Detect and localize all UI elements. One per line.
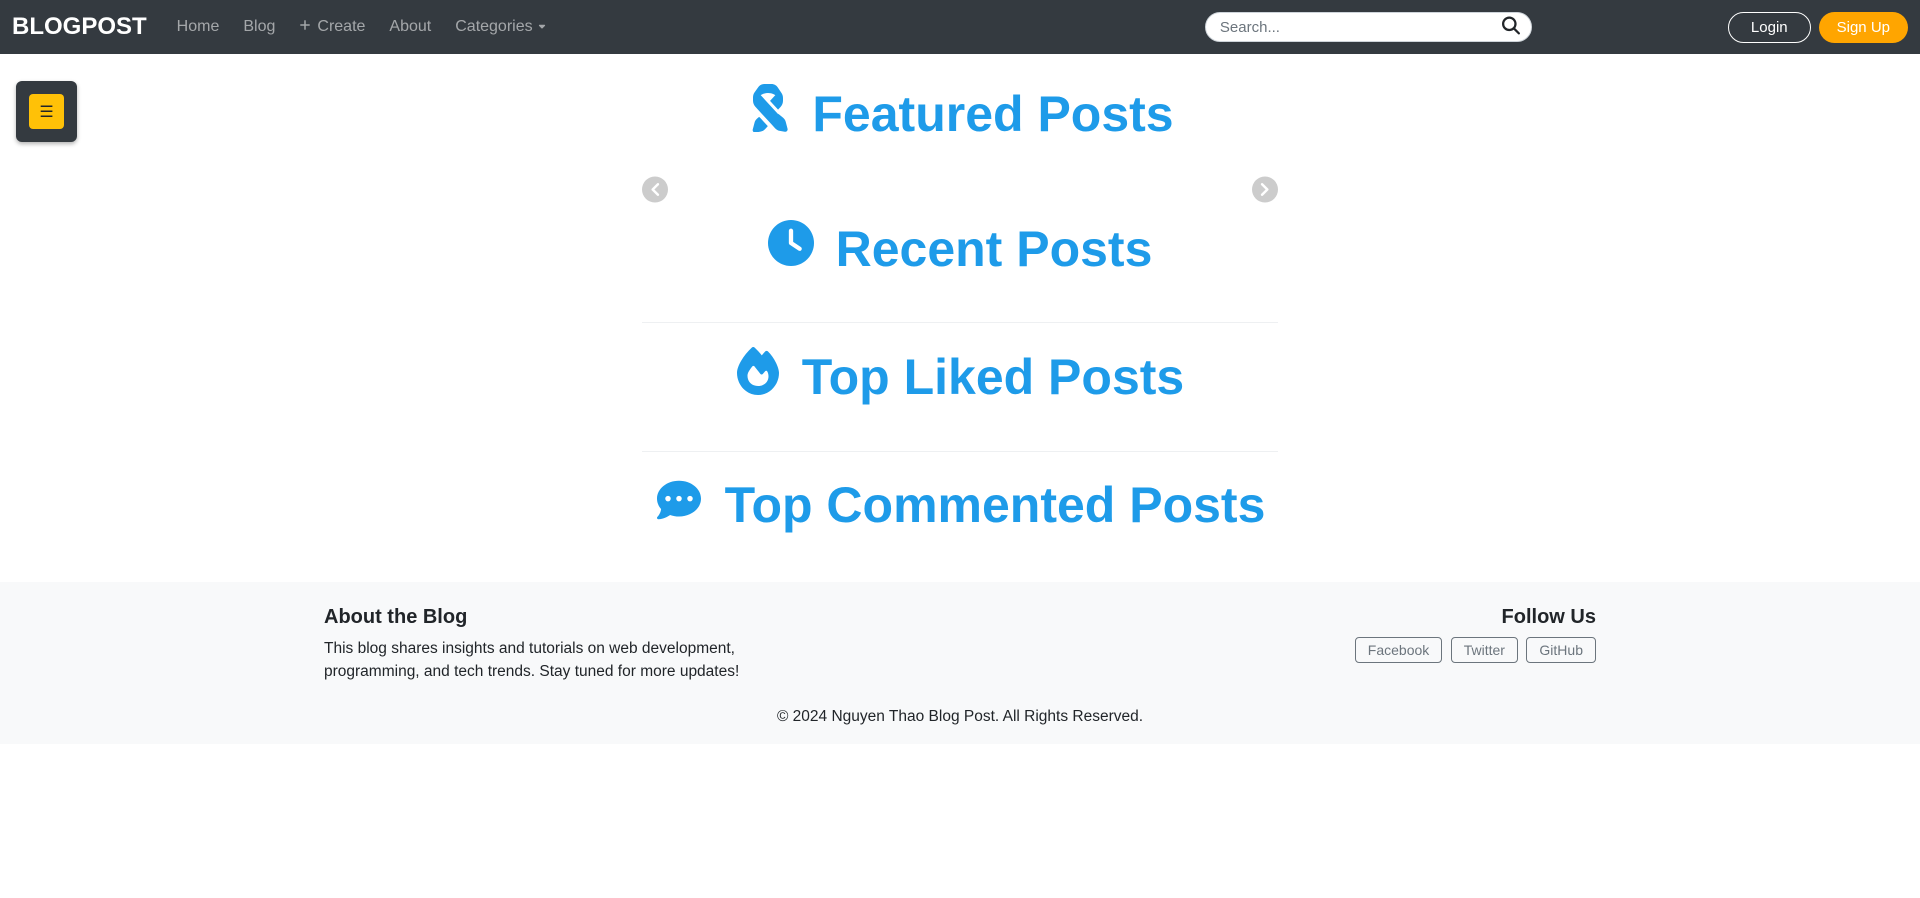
footer-about: About the Blog This blog shares insights… <box>324 606 764 684</box>
github-link[interactable]: GitHub <box>1526 637 1596 663</box>
login-button[interactable]: Login <box>1728 12 1811 43</box>
nav-home[interactable]: Home <box>165 10 232 44</box>
chevron-down-icon <box>537 18 547 36</box>
footer-copyright: © 2024 Nguyen Thao Blog Post. All Rights… <box>324 708 1596 726</box>
top-commented-heading: Top Commented Posts <box>655 476 1266 534</box>
nav-create[interactable]: Create <box>287 10 377 44</box>
search-form <box>1205 12 1532 42</box>
top-commented-title: Top Commented Posts <box>725 476 1266 534</box>
footer-follow-heading: Follow Us <box>1351 606 1596 629</box>
nav-links: Home Blog Create About Categories <box>165 10 559 44</box>
navbar: BLOGPOST Home Blog Create About Categori… <box>0 0 1920 54</box>
search-button[interactable] <box>1494 13 1528 42</box>
ribbon-icon <box>746 84 790 144</box>
featured-carousel <box>642 172 1278 212</box>
featured-posts-title: Featured Posts <box>812 85 1173 143</box>
nav-about[interactable]: About <box>377 10 443 44</box>
comment-dots-icon <box>655 476 703 534</box>
signup-button[interactable]: Sign Up <box>1819 12 1908 43</box>
footer-about-heading: About the Blog <box>324 606 764 629</box>
footer-follow: Follow Us Facebook Twitter GitHub <box>1351 606 1596 684</box>
divider <box>642 322 1278 323</box>
sidebar-toggle-button[interactable]: ☰ <box>29 94 64 129</box>
bars-icon: ☰ <box>39 102 53 122</box>
twitter-link[interactable]: Twitter <box>1451 637 1518 663</box>
footer-row: About the Blog This blog shares insights… <box>324 606 1596 684</box>
social-links: Facebook Twitter GitHub <box>1351 637 1596 663</box>
footer-about-text: This blog shares insights and tutorials … <box>324 637 764 684</box>
search-input[interactable] <box>1205 12 1532 42</box>
recent-posts-heading: Recent Posts <box>768 220 1153 278</box>
sidebar-toggle-box: ☰ <box>16 81 77 142</box>
nav-categories-label: Categories <box>455 18 532 36</box>
nav-create-label: Create <box>317 18 365 36</box>
auth-buttons: Login Sign Up <box>1728 12 1908 43</box>
plus-icon <box>299 18 311 36</box>
featured-posts-heading: Featured Posts <box>746 84 1173 144</box>
divider <box>642 451 1278 452</box>
content: Featured Posts Recent Posts Top Liked Po… <box>324 54 1596 562</box>
fire-icon <box>736 347 780 407</box>
search-icon <box>1502 17 1520 38</box>
top-liked-heading: Top Liked Posts <box>736 347 1184 407</box>
footer: About the Blog This blog shares insights… <box>0 582 1920 744</box>
brand-logo[interactable]: BLOGPOST <box>12 13 147 41</box>
carousel-prev-button[interactable] <box>642 177 668 208</box>
nav-categories[interactable]: Categories <box>443 10 558 44</box>
top-liked-title: Top Liked Posts <box>802 348 1184 406</box>
clock-icon <box>768 220 814 278</box>
recent-posts-title: Recent Posts <box>836 220 1153 278</box>
facebook-link[interactable]: Facebook <box>1355 637 1442 663</box>
nav-blog[interactable]: Blog <box>231 10 287 44</box>
carousel-next-button[interactable] <box>1252 177 1278 208</box>
main-container: Featured Posts Recent Posts Top Liked Po… <box>312 54 1608 562</box>
